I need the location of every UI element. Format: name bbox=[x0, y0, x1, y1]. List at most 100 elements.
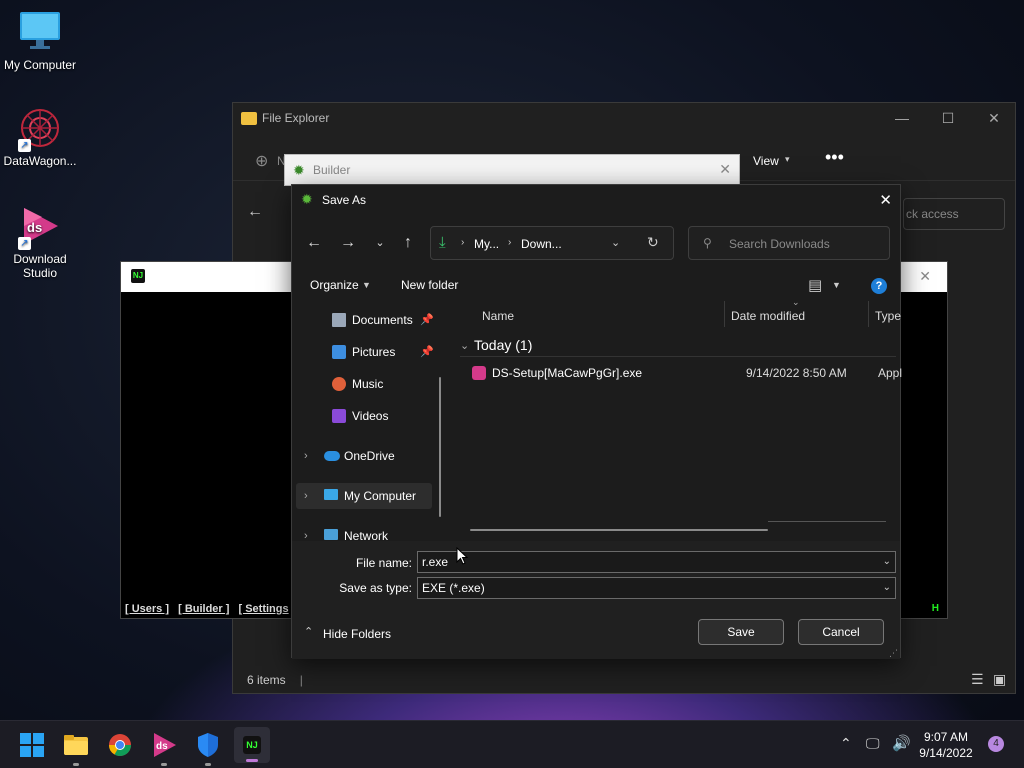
group-header[interactable]: ⌄ Today (1) bbox=[460, 337, 896, 357]
chevron-down-icon[interactable]: ⌄ bbox=[883, 552, 891, 572]
folder-icon bbox=[241, 111, 257, 125]
maximize-button[interactable]: ☐ bbox=[925, 103, 971, 133]
chevron-down-icon: ▾ bbox=[785, 154, 790, 164]
network-icon[interactable]: 🖵 bbox=[866, 735, 880, 752]
column-header-type[interactable]: Type bbox=[875, 309, 901, 323]
column-header-date[interactable]: Date modified bbox=[731, 309, 805, 323]
search-box[interactable]: ⚲ Search Downloads bbox=[688, 226, 890, 260]
horizontal-scrollbar[interactable] bbox=[470, 529, 768, 531]
new-icon[interactable]: ⊕ bbox=[255, 151, 268, 171]
taskbar-nj-app[interactable]: NJ bbox=[234, 727, 270, 763]
new-folder-button[interactable]: New folder bbox=[401, 278, 458, 292]
cancel-button[interactable]: Cancel bbox=[798, 619, 884, 645]
command-bar: Organize ▼ New folder ▤ ▼ ? bbox=[292, 271, 900, 301]
details-view-icon[interactable]: ☰ bbox=[971, 671, 984, 688]
save-as-app-icon: ✹ bbox=[301, 191, 313, 207]
tiles-view-icon[interactable]: ▣ bbox=[993, 671, 1006, 688]
breadcrumb-separator-icon: › bbox=[461, 237, 465, 248]
menu-users[interactable]: [ Users ] bbox=[125, 603, 169, 615]
tree-item-music[interactable]: Music bbox=[292, 371, 432, 397]
refresh-icon[interactable]: ↻ bbox=[647, 234, 659, 251]
close-button[interactable]: ✕ bbox=[971, 103, 1017, 133]
item-count: 6 items bbox=[247, 673, 286, 687]
tree-item-onedrive[interactable]: › OneDrive bbox=[292, 443, 432, 469]
desktop-icon-my-computer[interactable]: My Computer bbox=[0, 10, 80, 72]
desktop-icon-label: DataWagon... bbox=[3, 154, 77, 168]
save-as-dialog: ✹ Save As ✕ ← → ⌄ ↑ ⤓ › My... › Down... … bbox=[291, 184, 902, 659]
pictures-icon bbox=[332, 345, 346, 359]
expand-chevron-icon[interactable]: › bbox=[304, 523, 308, 541]
resize-grip-icon[interactable]: ⋰ bbox=[889, 648, 898, 659]
tree-item-pictures[interactable]: Pictures 📌 bbox=[292, 339, 434, 365]
expand-chevron-icon[interactable]: › bbox=[304, 483, 308, 509]
menu-settings[interactable]: [ Settings bbox=[239, 603, 289, 615]
file-type: Appli bbox=[878, 366, 902, 380]
save-type-value: EXE (*.exe) bbox=[422, 581, 485, 595]
hide-folders-label: Hide Folders bbox=[323, 627, 392, 641]
pin-icon: 📌 bbox=[420, 314, 434, 326]
column-divider[interactable] bbox=[868, 301, 869, 327]
tree-item-network[interactable]: › Network bbox=[292, 523, 432, 541]
view-button[interactable]: View bbox=[753, 154, 779, 168]
chevron-down-icon[interactable]: ⌄ bbox=[611, 236, 620, 249]
file-name-input[interactable]: r.exe ⌄ bbox=[417, 551, 896, 573]
clock[interactable]: 9:07 AM 9/14/2022 bbox=[914, 729, 978, 761]
help-icon[interactable]: ? bbox=[871, 278, 887, 294]
group-label: Today (1) bbox=[474, 337, 533, 353]
tree-item-documents[interactable]: Documents 📌 bbox=[292, 307, 434, 333]
chevron-down-icon[interactable]: ⌄ bbox=[883, 578, 891, 598]
column-divider[interactable] bbox=[724, 301, 725, 327]
file-row[interactable]: DS-Setup[MaCawPgGr].exe 9/14/2022 8:50 A… bbox=[468, 361, 902, 385]
taskbar-download-studio[interactable]: ds bbox=[148, 729, 180, 766]
tree-scrollbar[interactable] bbox=[439, 377, 441, 517]
clock-date: 9/14/2022 bbox=[919, 746, 973, 760]
file-name-value: r.exe bbox=[422, 555, 449, 569]
view-options-icon[interactable]: ▤ bbox=[808, 276, 822, 294]
notification-badge[interactable]: 4 bbox=[988, 736, 1004, 752]
address-bar[interactable]: ⤓ › My... › Down... ⌄ ↻ bbox=[430, 226, 674, 260]
builder-window: ✹ Builder ✕ bbox=[284, 154, 740, 186]
breadcrumb-downloads[interactable]: Down... bbox=[521, 237, 562, 251]
menu-builder[interactable]: [ Builder ] bbox=[178, 603, 229, 615]
volume-icon[interactable]: 🔊 bbox=[892, 734, 911, 752]
taskbar-file-explorer[interactable] bbox=[60, 729, 92, 766]
close-icon[interactable]: ✕ bbox=[879, 191, 892, 209]
minimize-button[interactable]: — bbox=[879, 103, 925, 133]
file-date: 9/14/2022 8:50 AM bbox=[746, 366, 847, 380]
forward-button[interactable]: → bbox=[334, 227, 362, 259]
breadcrumb-my-computer[interactable]: My... bbox=[474, 237, 499, 251]
organize-button[interactable]: Organize bbox=[310, 278, 359, 292]
back-button[interactable]: ← bbox=[300, 227, 328, 259]
quick-access-address[interactable]: ck access bbox=[903, 198, 1005, 230]
nj-icon: NJ bbox=[243, 736, 261, 754]
sort-chevron-icon: ⌄ bbox=[792, 301, 800, 307]
tree-item-videos[interactable]: Videos bbox=[292, 403, 432, 429]
column-header-name[interactable]: Name bbox=[482, 309, 514, 323]
close-icon[interactable]: ✕ bbox=[719, 161, 731, 178]
file-list: Name ⌄ Date modified Type ⌄ Today (1) DS… bbox=[454, 301, 902, 541]
running-indicator bbox=[161, 763, 167, 766]
desktop-icon-download-studio[interactable]: ds ↗ Download Studio bbox=[0, 204, 80, 280]
taskbar-security[interactable] bbox=[192, 729, 224, 766]
more-options-icon[interactable]: ••• bbox=[825, 147, 844, 168]
videos-icon bbox=[332, 409, 346, 423]
desktop-icon-datawagon[interactable]: ↗ DataWagon... bbox=[0, 106, 80, 168]
hide-folders-button[interactable]: ⌃ Hide Folders bbox=[304, 625, 404, 643]
svg-text:ds: ds bbox=[27, 220, 42, 235]
explorer-statusbar: 6 items | bbox=[233, 667, 1015, 693]
taskbar-chrome[interactable] bbox=[104, 729, 136, 761]
back-arrow-icon[interactable]: ← bbox=[247, 203, 263, 221]
save-button[interactable]: Save bbox=[698, 619, 784, 645]
close-icon[interactable]: ✕ bbox=[919, 268, 931, 285]
show-hidden-icons-chevron-icon[interactable]: ⌃ bbox=[840, 735, 852, 752]
cloud-icon bbox=[324, 451, 340, 461]
save-type-select[interactable]: EXE (*.exe) ⌄ bbox=[417, 577, 896, 599]
scrollbar-track-edge bbox=[768, 521, 886, 522]
clock-time: 9:07 AM bbox=[923, 730, 969, 744]
start-button[interactable] bbox=[16, 729, 48, 761]
recent-locations-button[interactable]: ⌄ bbox=[366, 227, 394, 259]
tree-item-my-computer[interactable]: › My Computer bbox=[296, 483, 432, 509]
expand-chevron-icon[interactable]: › bbox=[304, 443, 308, 469]
up-button[interactable]: ↑ bbox=[394, 227, 422, 259]
chevron-down-icon[interactable]: ▼ bbox=[832, 280, 841, 290]
